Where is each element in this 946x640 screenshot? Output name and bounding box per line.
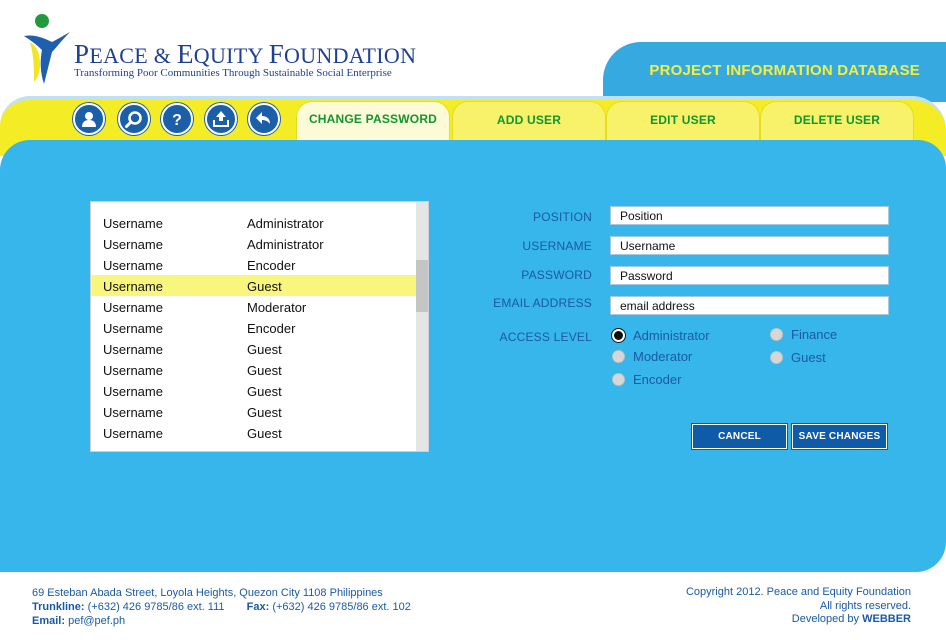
username-label: USERNAME — [522, 239, 592, 253]
list-item-level: Administrator — [247, 216, 324, 231]
tab-edit-user[interactable]: EDIT USER — [606, 101, 760, 141]
radio-unchecked-icon — [770, 327, 783, 341]
logo-figure-icon — [24, 14, 70, 84]
tab-change-password[interactable]: CHANGE PASSWORD — [296, 101, 450, 144]
radio-checked-icon — [612, 328, 625, 342]
list-item-username: Username — [103, 405, 163, 420]
access-radio-guest[interactable]: Guest — [770, 349, 826, 365]
username-field[interactable] — [610, 236, 889, 255]
radio-label: Moderator — [633, 348, 693, 364]
rights-text: All rights reserved. — [819, 599, 911, 612]
list-item-username: Username — [103, 384, 163, 399]
position-field[interactable] — [610, 206, 889, 225]
list-item[interactable]: Username Guest — [91, 338, 417, 359]
list-item[interactable]: Username Administrator — [91, 233, 417, 254]
list-item[interactable]: Username Guest — [91, 422, 417, 443]
list-scrollbar[interactable] — [416, 202, 428, 451]
list-item-level: Encoder — [247, 321, 296, 336]
list-item-level: Encoder — [247, 258, 296, 273]
access-level-label: ACCESS LEVEL — [499, 330, 592, 344]
pef-logo: PEACE & EQUITY FOUNDATION Transforming P… — [22, 12, 442, 92]
email-contact-label: Email: — [32, 615, 66, 627]
organization-tagline: Transforming Poor Communities Through Su… — [74, 67, 392, 79]
developer-credit: Developed by WEBBER — [791, 613, 911, 625]
footer-address: 69 Esteban Abada Street, Loyola Heights,… — [32, 587, 383, 599]
footer-email-line: Email: pef@pef.ph — [32, 614, 411, 628]
list-item-level: Guest — [247, 342, 282, 357]
list-item-level: Guest — [247, 384, 282, 399]
list-item-level: Moderator — [247, 300, 307, 315]
list-item-username: Username — [103, 426, 163, 441]
tab-delete-user[interactable]: DELETE USER — [760, 101, 914, 141]
access-radio-encoder[interactable]: Encoder — [612, 371, 681, 387]
trunkline-value: (+632) 426 9785/86 ext. 111 — [87, 601, 225, 613]
access-radio-administrator[interactable]: Administrator — [612, 327, 710, 343]
radio-label: Encoder — [633, 371, 682, 387]
access-radio-finance[interactable]: Finance — [770, 326, 837, 342]
page: PEACE & EQUITY FOUNDATION Transforming P… — [0, 0, 946, 640]
database-title: PROJECT INFORMATION DATABASE — [649, 62, 920, 79]
organization-name: PEACE & EQUITY FOUNDATION — [74, 39, 417, 69]
list-item[interactable]: Username Moderator — [91, 296, 417, 317]
radio-label: Guest — [791, 349, 826, 365]
save-changes-button[interactable]: SAVE CHANGES — [792, 424, 887, 449]
email-contact-link[interactable]: pef@pef.ph — [68, 615, 125, 627]
footer-phone-line: Trunkline: (+632) 426 9785/86 ext. 111 F… — [32, 600, 411, 614]
list-item-username: Username — [103, 300, 163, 315]
radio-unchecked-icon — [612, 349, 625, 363]
list-item[interactable]: Username Guest — [91, 401, 417, 422]
radio-label: Administrator — [633, 327, 710, 343]
copyright-text: Copyright 2012. Peace and Equity Foundat… — [685, 586, 911, 598]
list-item-username: Username — [103, 321, 163, 336]
developer-link[interactable]: WEBBER — [862, 613, 911, 625]
trunkline-label: Trunkline: — [32, 601, 85, 613]
radio-unchecked-icon — [612, 372, 625, 386]
database-title-tab: PROJECT INFORMATION DATABASE — [603, 42, 946, 102]
list-item[interactable]: Username Encoder — [91, 254, 417, 275]
list-item-username: Username — [103, 216, 163, 231]
list-item[interactable]: Username Guest — [91, 380, 417, 401]
back-icon[interactable] — [248, 103, 280, 135]
fax-value: (+632) 426 9785/86 ext. 102 — [272, 601, 411, 613]
scrollbar-thumb[interactable] — [416, 260, 428, 312]
password-field[interactable] — [610, 266, 889, 285]
list-item-level: Guest — [247, 363, 282, 378]
list-item-username: Username — [103, 258, 163, 273]
user-icon[interactable] — [73, 103, 105, 135]
access-radio-moderator[interactable]: Moderator — [612, 348, 692, 364]
cancel-button[interactable]: CANCEL — [692, 424, 787, 449]
list-item-username: Username — [103, 363, 163, 378]
list-item[interactable]: Username Administrator — [91, 212, 417, 233]
email-field[interactable] — [610, 296, 889, 315]
list-item[interactable]: Username Guest — [91, 359, 417, 380]
footer-copyright: Copyright 2012. Peace and Equity Foundat… — [686, 586, 911, 627]
list-item-level: Guest — [247, 426, 282, 441]
help-icon[interactable]: ? — [161, 103, 193, 135]
list-item-level: Guest — [247, 279, 282, 294]
search-icon[interactable] — [118, 103, 150, 135]
list-item-level: Guest — [247, 405, 282, 420]
email-label: EMAIL ADDRESS — [493, 296, 592, 310]
list-item-username: Username — [103, 342, 163, 357]
list-item-username: Username — [103, 279, 163, 294]
user-list[interactable]: Username Administrator Username Administra… — [90, 201, 429, 452]
position-label: POSITION — [533, 210, 592, 224]
list-item-level: Administrator — [247, 237, 324, 252]
list-item[interactable]: Username Encoder — [91, 317, 417, 338]
upload-icon[interactable] — [205, 103, 237, 135]
svg-text:?: ? — [172, 112, 182, 129]
fax-label: Fax: — [246, 601, 270, 613]
radio-label: Finance — [791, 326, 838, 342]
tab-add-user[interactable]: ADD USER — [452, 101, 606, 141]
list-item-username: Username — [103, 237, 163, 252]
footer-contact: 69 Esteban Abada Street, Loyola Heights,… — [32, 586, 411, 628]
radio-unchecked-icon — [770, 350, 783, 364]
list-item-selected[interactable]: Username Guest — [91, 275, 417, 296]
password-label: PASSWORD — [521, 268, 592, 282]
